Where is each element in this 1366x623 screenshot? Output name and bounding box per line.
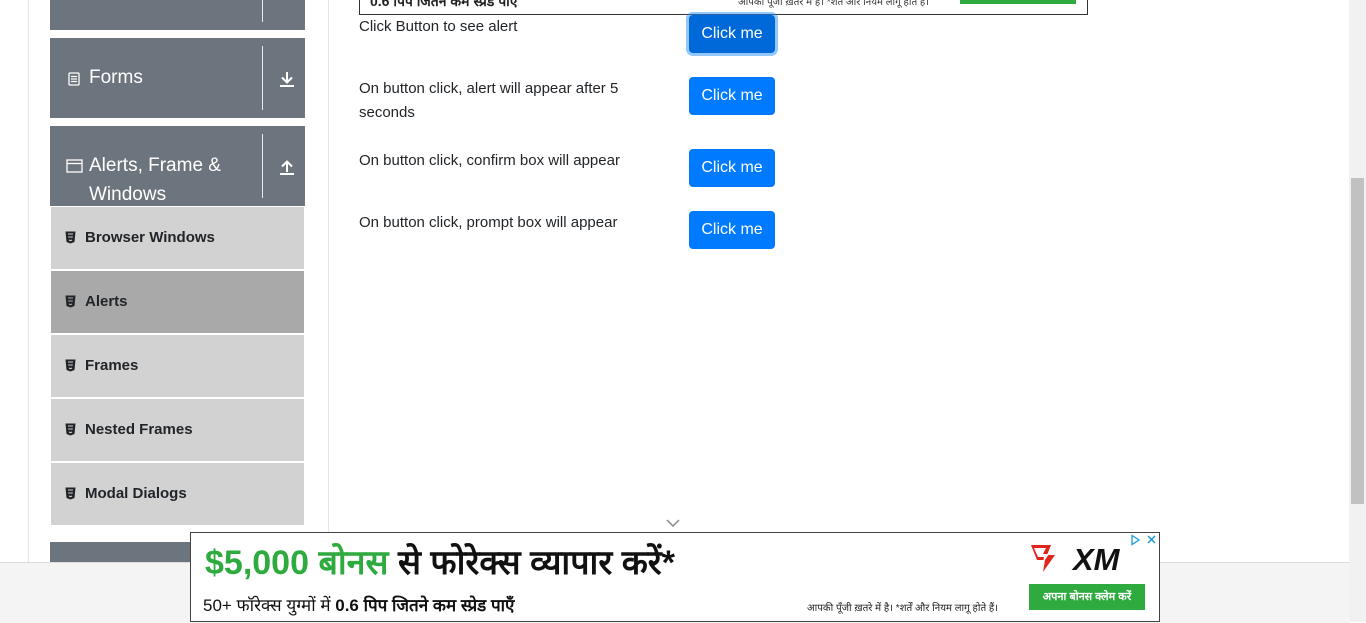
alert-row-label: Click Button to see alert xyxy=(359,18,518,35)
page-scrollbar[interactable] xyxy=(1349,0,1366,622)
prompt-row-label: On button click, prompt box will appear xyxy=(359,214,618,231)
html5-icon xyxy=(65,359,76,372)
confirm-button[interactable]: Click me xyxy=(689,149,775,187)
group-separator xyxy=(262,0,263,22)
sidebar-group-header-forms[interactable]: Forms xyxy=(50,38,305,118)
sidebar-right-border xyxy=(328,0,329,562)
group-separator xyxy=(262,46,263,110)
sidebar-item-label: Alerts xyxy=(85,293,128,310)
chevron-down-icon[interactable] xyxy=(666,518,680,528)
sidebar-item-modal-dialogs[interactable]: Modal Dialogs xyxy=(51,463,304,525)
timer-alert-button[interactable]: Click me xyxy=(689,77,775,115)
sidebar-group-header-alerts-frame-windows[interactable]: Alerts, Frame & Windows xyxy=(50,126,305,206)
xm-logo-text: XM xyxy=(1071,542,1121,575)
xm-logo: XM xyxy=(1031,542,1121,575)
sidebar-item-frames[interactable]: Frames xyxy=(51,335,304,397)
upload-arrow-icon[interactable] xyxy=(277,157,297,177)
sidebar-group-title: Forms xyxy=(89,67,143,88)
html5-icon xyxy=(65,231,76,244)
sidebar-item-alerts[interactable]: Alerts xyxy=(51,271,304,333)
bottom-ad-banner[interactable]: $5,000 बोनस से फोरेक्स व्यापार करें* 50+… xyxy=(190,532,1160,622)
sidebar-item-nested-frames[interactable]: Nested Frames xyxy=(51,399,304,461)
ad-subline-bold: 0.6 पिप जितने कम स्प्रेड पाएँ xyxy=(335,596,515,615)
ad-subline: 50+ फॉरेक्स युग्मों में 0.6 पिप जितने कम… xyxy=(203,593,514,616)
sidebar-left-border xyxy=(28,0,29,562)
html5-icon xyxy=(65,487,76,500)
html5-icon xyxy=(65,295,76,308)
sidebar-item-label: Frames xyxy=(85,357,139,374)
alert-button[interactable]: Click me xyxy=(689,15,775,53)
top-ad-disclaimer: आपकी पूँजी ख़तरे में है। *शर्तें और नियम… xyxy=(738,0,930,8)
timer-alert-row-label: On button click, alert will appear after… xyxy=(359,80,619,121)
adchoices-icon[interactable] xyxy=(1128,534,1158,546)
top-ad-cta-strip[interactable] xyxy=(960,0,1076,4)
group-separator xyxy=(262,134,263,198)
ad-headline: $5,000 बोनस से फोरेक्स व्यापार करें* xyxy=(205,541,675,585)
html5-icon xyxy=(65,423,76,436)
download-arrow-icon[interactable] xyxy=(277,69,297,89)
ad-headline-rest: से फोरेक्स व्यापार करें* xyxy=(388,544,675,582)
form-icon xyxy=(68,72,80,86)
prompt-button[interactable]: Click me xyxy=(689,211,775,249)
ad-subline-prefix: 50+ फॉरेक्स युग्मों में xyxy=(203,596,336,615)
sidebar-item-label: Nested Frames xyxy=(85,421,193,438)
scrollbar-thumb[interactable] xyxy=(1351,178,1364,504)
ad-headline-amount: $5,000 बोनस xyxy=(205,544,389,582)
confirm-row-label: On button click, confirm box will appear xyxy=(359,152,620,169)
sidebar-group-header-elements[interactable] xyxy=(50,0,305,30)
sidebar-item-label: Browser Windows xyxy=(85,229,215,246)
window-icon xyxy=(66,159,83,173)
sidebar-group-title: Alerts, Frame & Windows xyxy=(89,155,221,205)
sidebar-item-browser-windows[interactable]: Browser Windows xyxy=(51,207,304,269)
ad-disclaimer: आपकी पूँजी ख़तरे में है। *शर्तें और नियम… xyxy=(807,603,999,614)
top-ad-text: 0.6 पिप जितने कम स्प्रेड पाएँ xyxy=(370,0,518,9)
top-ad-banner[interactable]: 0.6 पिप जितने कम स्प्रेड पाएँ आपकी पूँजी… xyxy=(359,0,1088,15)
sidebar-item-label: Modal Dialogs xyxy=(85,485,187,502)
ad-cta-button[interactable]: अपना बोनस क्लेम करें xyxy=(1029,584,1145,610)
